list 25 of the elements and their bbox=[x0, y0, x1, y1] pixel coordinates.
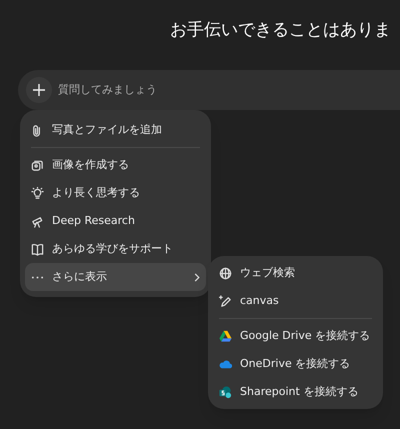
menu-item[interactable]: 写真とファイルを追加 bbox=[25, 116, 206, 144]
menu-item[interactable]: 画像を作成する bbox=[25, 151, 206, 179]
add-button[interactable] bbox=[26, 77, 52, 103]
menu-item[interactable]: canvas bbox=[213, 287, 378, 315]
menu-item[interactable]: Sharepoint を接続する bbox=[213, 378, 378, 406]
chevron-right-icon bbox=[194, 272, 200, 282]
menu-item[interactable]: Deep Research bbox=[25, 207, 206, 235]
drive-icon bbox=[219, 330, 232, 342]
menu-item[interactable]: OneDrive を接続する bbox=[213, 350, 378, 378]
menu-item[interactable]: より長く思考する bbox=[25, 179, 206, 207]
image-icon bbox=[31, 158, 44, 172]
cloud-icon bbox=[219, 358, 232, 370]
input-field[interactable]: 質問してみましょう bbox=[58, 82, 258, 98]
menu-item[interactable]: あらゆる学びをサポート bbox=[25, 235, 206, 263]
page-heading: お手伝いできることはありま bbox=[170, 19, 391, 42]
menu-item[interactable]: ウェブ検索 bbox=[213, 259, 378, 287]
plus-icon bbox=[33, 84, 45, 96]
pen-icon bbox=[219, 294, 232, 308]
telescope-icon bbox=[31, 214, 44, 228]
lightbulb-icon bbox=[31, 186, 44, 200]
menu-item[interactable]: さらに表示 bbox=[25, 263, 206, 291]
book-icon bbox=[31, 242, 44, 256]
sharepoint-icon bbox=[219, 386, 232, 398]
menu-item[interactable]: Google Drive を接続する bbox=[213, 322, 378, 350]
globe-icon bbox=[219, 266, 232, 280]
